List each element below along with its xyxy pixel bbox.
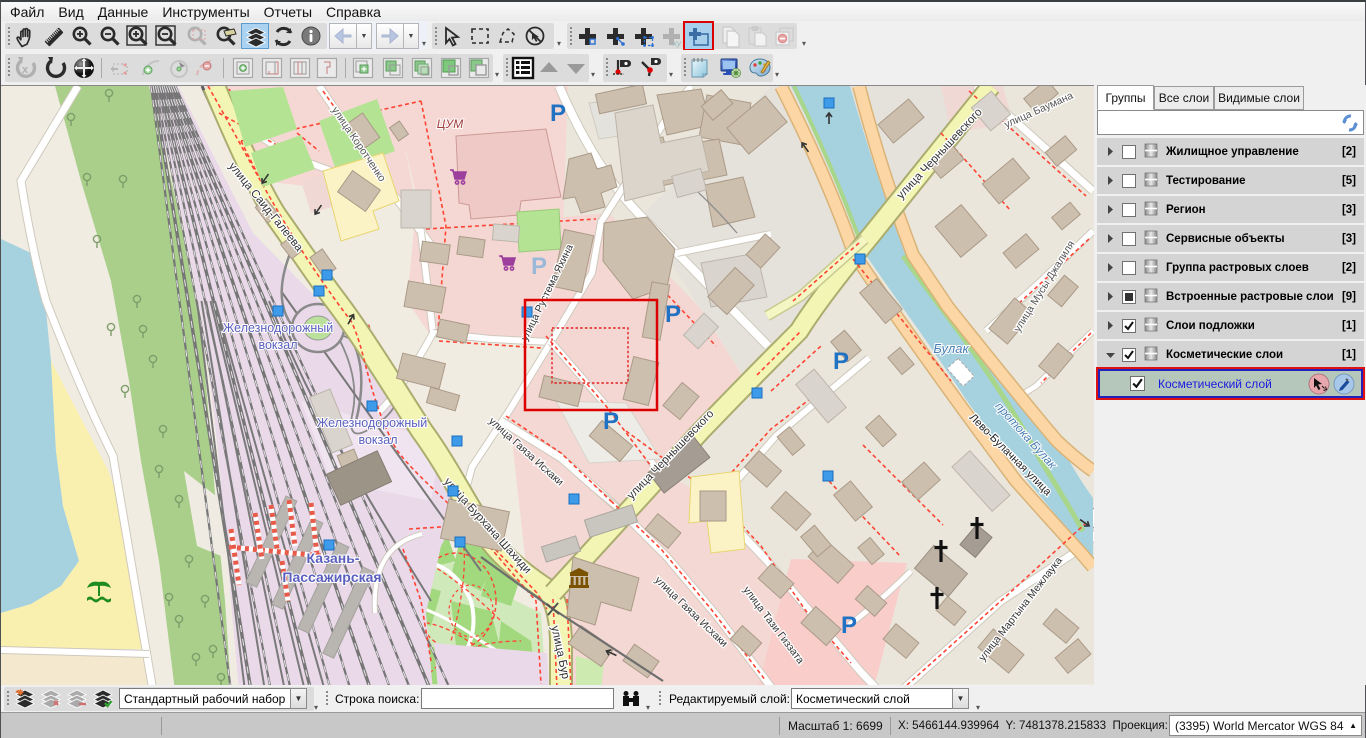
svg-text:Железнодорожный: Железнодорожный xyxy=(317,416,427,430)
svg-text:P: P xyxy=(603,408,619,435)
svg-text:P: P xyxy=(531,253,547,280)
svg-text:P: P xyxy=(665,301,681,328)
svg-text:P: P xyxy=(833,348,849,375)
svg-text:ЦУМ: ЦУМ xyxy=(437,117,463,131)
svg-text:Казань-: Казань- xyxy=(307,550,360,566)
svg-text:Пассажирская: Пассажирская xyxy=(282,569,381,585)
svg-text:P: P xyxy=(841,612,857,639)
svg-text:Железнодорожный: Железнодорожный xyxy=(223,321,333,335)
svg-text:вокзал: вокзал xyxy=(258,338,297,352)
svg-text:x: x xyxy=(22,64,29,76)
svg-text:вокзал: вокзал xyxy=(358,433,397,447)
svg-text:xy: xy xyxy=(672,39,682,48)
svg-text:P: P xyxy=(550,100,566,127)
svg-text:Булак: Булак xyxy=(933,341,969,356)
